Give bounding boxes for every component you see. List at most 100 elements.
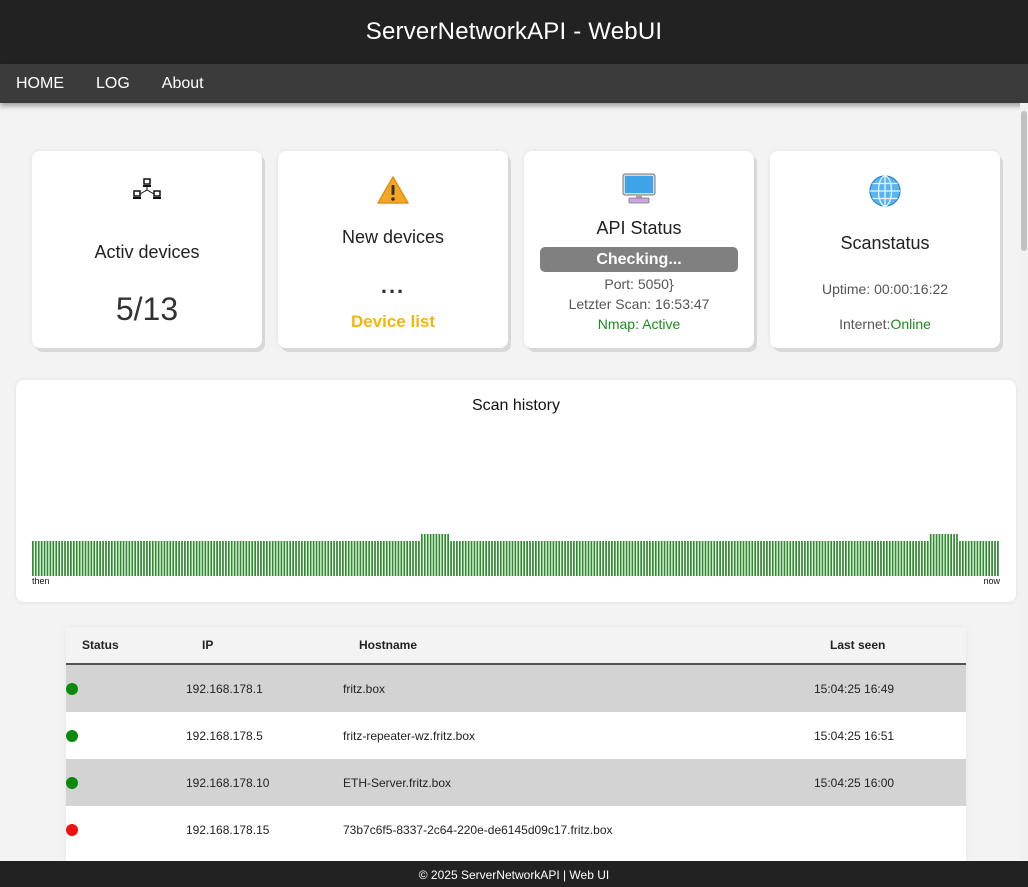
table-row[interactable]: 192.168.178.15 73b7c6f5-8337-2c64-220e-de…	[66, 806, 966, 853]
history-bar	[403, 541, 406, 576]
history-bar	[58, 541, 61, 576]
history-bar	[815, 541, 818, 576]
history-bar	[198, 541, 201, 576]
history-bar	[187, 541, 189, 576]
history-bar	[464, 541, 467, 576]
history-bar	[625, 541, 628, 576]
history-bar	[909, 541, 912, 576]
history-bar	[818, 541, 821, 576]
history-bar	[444, 534, 447, 576]
history-bar	[207, 541, 210, 576]
history-bar	[713, 541, 716, 576]
history-bar	[736, 541, 739, 576]
table-row[interactable]: 192.168.178.10 ETH-Server.fritz.box 15:04:…	[66, 759, 966, 806]
history-bar	[105, 541, 107, 576]
history-bar	[388, 541, 391, 576]
history-bar	[935, 534, 938, 576]
history-bar	[181, 541, 183, 576]
status-dot-icon	[66, 730, 78, 742]
history-bar	[309, 541, 312, 576]
history-bar	[303, 541, 306, 576]
history-bar	[798, 541, 800, 576]
history-bar	[950, 534, 952, 576]
history-bar	[812, 541, 815, 576]
col-last-seen[interactable]: Last seen	[830, 638, 885, 652]
history-bar	[467, 541, 470, 576]
history-bar	[175, 541, 178, 576]
page-scrollbar[interactable]	[1020, 103, 1028, 861]
history-bar	[757, 541, 759, 576]
history-bar	[505, 541, 508, 576]
history-bar	[599, 541, 602, 576]
history-bar	[546, 541, 549, 576]
history-bar	[897, 541, 900, 576]
history-bar	[783, 541, 786, 576]
history-bar	[456, 541, 458, 576]
history-bar	[292, 541, 294, 576]
app-title: ServerNetworkAPI - WebUI	[365, 18, 663, 45]
scan-status-card: Scanstatus Uptime: 00:00:16:22 Internet:…	[770, 151, 1000, 348]
col-hostname[interactable]: Hostname	[359, 638, 417, 652]
history-bar	[102, 541, 104, 576]
history-bar	[327, 541, 330, 576]
col-status[interactable]: Status	[82, 638, 119, 652]
history-bar	[526, 541, 528, 576]
history-bar	[380, 541, 382, 576]
table-row[interactable]: 192.168.178.1 fritz.box 15:04:25 16:49	[66, 665, 966, 712]
history-bar	[67, 541, 69, 576]
history-bar	[877, 541, 879, 576]
last-scan-time: Letzter Scan: 16:53:47	[568, 296, 710, 312]
active-devices-count: 5/13	[115, 291, 179, 327]
scrollbar-thumb[interactable]	[1021, 111, 1027, 251]
history-bar	[523, 541, 526, 576]
nav-log[interactable]: LOG	[80, 64, 146, 103]
history-bar	[581, 541, 584, 576]
history-bar	[324, 541, 327, 576]
history-bar	[496, 541, 499, 576]
history-bar	[941, 534, 944, 576]
history-bar	[128, 541, 131, 576]
history-bar	[90, 541, 93, 576]
history-bar	[994, 541, 996, 576]
history-bar	[558, 541, 561, 576]
history-bar	[184, 541, 186, 576]
uptime: Uptime: 00:00:16:22	[821, 281, 949, 297]
history-bar	[728, 541, 730, 576]
nav-about[interactable]: About	[146, 64, 220, 103]
history-bar	[274, 541, 277, 576]
history-bar	[40, 541, 43, 576]
history-bar	[34, 541, 37, 576]
history-bar	[233, 541, 236, 576]
table-row[interactable]: 192.168.178.5 fritz-repeater-wz.fritz.box…	[66, 712, 966, 759]
history-bar	[739, 541, 742, 576]
history-bar	[847, 541, 850, 576]
scan-status-title: Scanstatus	[840, 233, 930, 253]
api-status-badge: Checking...	[540, 247, 738, 272]
history-bar	[494, 541, 496, 576]
history-bar	[613, 541, 616, 576]
history-bar	[926, 541, 929, 576]
history-bar	[672, 541, 675, 576]
status-dot-icon	[66, 777, 78, 789]
history-bar	[49, 541, 52, 576]
history-bar	[768, 541, 771, 576]
cell-hostname: fritz-repeater-wz.fritz.box	[343, 729, 476, 743]
history-bar	[985, 541, 988, 576]
history-bar	[362, 541, 365, 576]
history-bar	[341, 541, 344, 576]
device-list-link[interactable]: Device list	[278, 312, 508, 332]
history-bar	[520, 541, 523, 576]
history-bar	[52, 541, 55, 576]
history-bar	[479, 541, 482, 576]
history-bar	[441, 534, 444, 576]
cell-ip: 192.168.178.1	[186, 682, 263, 696]
nav-home[interactable]: HOME	[0, 64, 80, 103]
monitor-icon	[524, 171, 754, 213]
history-bar	[567, 541, 569, 576]
main-nav: HOME LOG About	[0, 64, 1028, 103]
history-bar	[549, 541, 552, 576]
history-bar	[81, 541, 84, 576]
history-bar	[961, 541, 964, 576]
history-bar	[93, 541, 96, 576]
col-ip[interactable]: IP	[202, 638, 213, 652]
